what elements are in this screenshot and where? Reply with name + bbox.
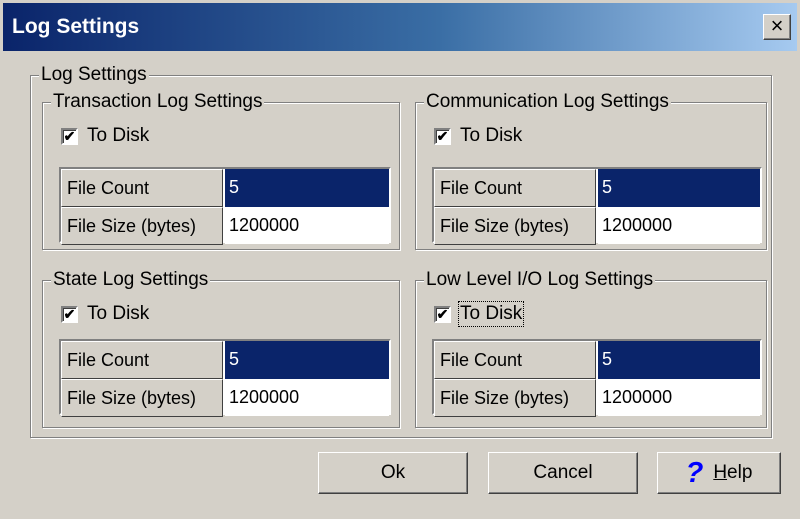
table-row: File Size (bytes) 1200000 <box>61 379 389 417</box>
low-level-io-log-group: Low Level I/O Log Settings ✔ To Disk Fil… <box>415 269 767 428</box>
ok-button[interactable]: Ok <box>318 452 468 494</box>
close-button[interactable]: × <box>763 14 791 40</box>
row-header-file-count: File Count <box>61 341 223 379</box>
transaction-settings-grid: File Count 5 File Size (bytes) 1200000 <box>59 167 391 245</box>
to-disk-label: To Disk <box>87 303 150 324</box>
transaction-log-group: Transaction Log Settings ✔ To Disk File … <box>42 91 400 250</box>
row-header-file-count: File Count <box>61 169 223 207</box>
transaction-log-label: Transaction Log Settings <box>51 91 265 113</box>
file-count-cell[interactable]: 5 <box>225 169 389 207</box>
table-row: File Size (bytes) 1200000 <box>434 207 760 245</box>
check-mark-icon: ✔ <box>436 128 449 144</box>
file-size-cell[interactable]: 1200000 <box>225 379 389 417</box>
state-settings-grid: File Count 5 File Size (bytes) 1200000 <box>59 339 391 417</box>
row-header-file-size: File Size (bytes) <box>434 207 596 245</box>
state-log-label: State Log Settings <box>51 269 211 291</box>
row-header-file-size: File Size (bytes) <box>61 207 223 245</box>
file-count-cell[interactable]: 5 <box>225 341 389 379</box>
help-label-rest: elp <box>727 462 753 484</box>
table-row: File Count 5 <box>434 341 760 379</box>
help-question-icon: ? <box>685 457 704 489</box>
table-row: File Count 5 <box>434 169 760 207</box>
row-header-file-size: File Size (bytes) <box>434 379 596 417</box>
communication-to-disk-checkbox[interactable]: ✔ To Disk <box>434 125 522 147</box>
checkbox-box: ✔ <box>61 127 78 145</box>
checkbox-box: ✔ <box>434 127 451 145</box>
transaction-to-disk-checkbox[interactable]: ✔ To Disk <box>61 125 149 147</box>
help-button[interactable]: ? Help <box>657 452 781 494</box>
check-mark-icon: ✔ <box>63 306 76 322</box>
communication-log-label: Communication Log Settings <box>424 91 671 113</box>
file-size-cell[interactable]: 1200000 <box>225 207 389 245</box>
row-header-file-count: File Count <box>434 169 596 207</box>
low-level-io-to-disk-checkbox[interactable]: ✔ To Disk <box>434 301 525 327</box>
to-disk-label: To Disk <box>457 301 525 327</box>
cancel-button[interactable]: Cancel <box>488 452 638 494</box>
window-title: Log Settings <box>12 15 140 38</box>
state-to-disk-checkbox[interactable]: ✔ To Disk <box>61 303 149 325</box>
row-header-file-count: File Count <box>434 341 596 379</box>
file-size-cell[interactable]: 1200000 <box>598 379 760 417</box>
check-mark-icon: ✔ <box>436 306 449 322</box>
low-level-io-settings-grid: File Count 5 File Size (bytes) 1200000 <box>432 339 762 417</box>
to-disk-label: To Disk <box>87 125 150 146</box>
communication-settings-grid: File Count 5 File Size (bytes) 1200000 <box>432 167 762 245</box>
to-disk-label: To Disk <box>460 125 523 146</box>
log-settings-group-label: Log Settings <box>39 64 149 86</box>
check-mark-icon: ✔ <box>63 128 76 144</box>
table-row: File Size (bytes) 1200000 <box>61 207 389 245</box>
checkbox-box: ✔ <box>61 305 78 323</box>
file-count-cell[interactable]: 5 <box>598 169 760 207</box>
communication-log-group: Communication Log Settings ✔ To Disk Fil… <box>415 91 767 250</box>
log-settings-dialog: Log Settings × Log Settings Transaction … <box>0 0 800 519</box>
state-log-group: State Log Settings ✔ To Disk File Count … <box>42 269 400 428</box>
table-row: File Size (bytes) 1200000 <box>434 379 760 417</box>
title-bar[interactable]: Log Settings × <box>3 3 797 51</box>
table-row: File Count 5 <box>61 169 389 207</box>
table-row: File Count 5 <box>61 341 389 379</box>
file-count-cell[interactable]: 5 <box>598 341 760 379</box>
row-header-file-size: File Size (bytes) <box>61 379 223 417</box>
checkbox-box: ✔ <box>434 305 451 323</box>
help-mnemonic: H <box>713 462 728 484</box>
low-level-io-log-label: Low Level I/O Log Settings <box>424 269 656 291</box>
file-size-cell[interactable]: 1200000 <box>598 207 760 245</box>
